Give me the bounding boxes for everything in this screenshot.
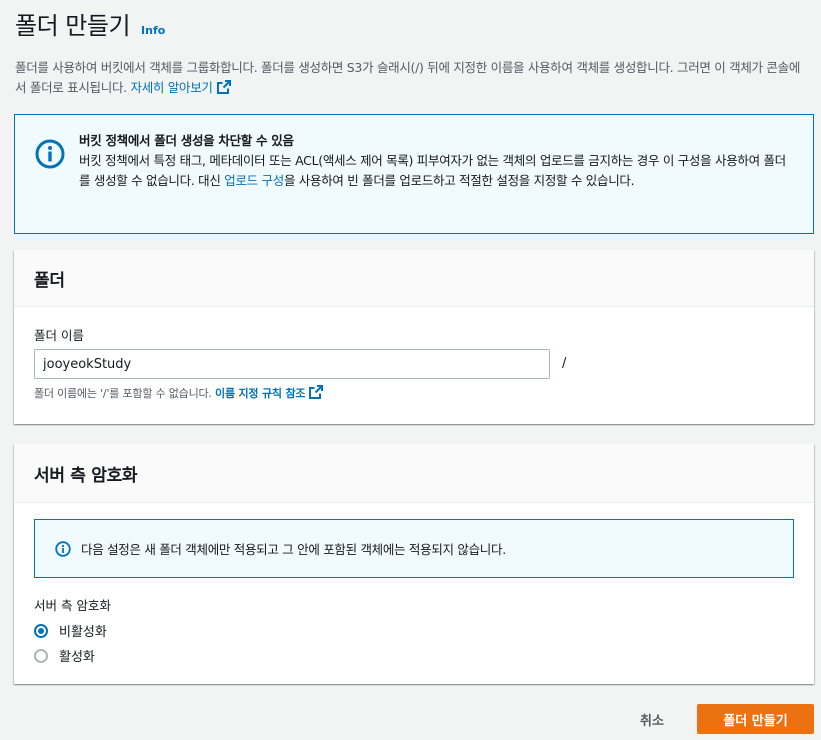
page-description: 폴더를 사용하여 버킷에서 객체를 그룹화합니다. 폴더를 생성하면 S3가 슬… [15,58,810,98]
radio-label-disable: 비활성화 [59,625,107,640]
page-header: 폴더 만들기 Info [15,6,165,41]
radio-option-disable[interactable]: 비활성화 [34,621,107,640]
info-icon [35,139,65,169]
naming-rules-label: 이름 지정 규칙 참조 [215,387,306,400]
folder-name-label: 폴더 이름 [34,328,84,343]
encryption-panel-title: 서버 측 암호화 [34,465,138,486]
naming-rules-link[interactable]: 이름 지정 규칙 참조 [215,385,324,400]
external-link-icon [216,80,231,94]
external-link-icon [309,385,324,399]
folder-panel: 폴더 폴더 이름 / 폴더 이름에는 '/'를 포함할 수 없습니다. 이름 지… [14,250,814,424]
encryption-info-alert: 다음 설정은 새 폴더 객체에만 적용되고 그 안에 포함된 객체에는 적용되지… [34,519,794,578]
create-folder-button[interactable]: 폴더 만들기 [697,704,814,734]
alert-title: 버킷 정책에서 폴더 생성을 차단할 수 있음 [79,133,294,148]
encryption-info-text: 다음 설정은 새 폴더 객체에만 적용되고 그 안에 포함된 객체에는 적용되지… [81,542,506,557]
folder-panel-title: 폴더 [34,270,65,291]
radio-button-enable[interactable] [34,648,48,663]
encryption-panel: 서버 측 암호화 다음 설정은 새 폴더 객체에만 적용되고 그 안에 포함된 … [14,444,814,684]
alert-body: 버킷 정책에서 특정 태그, 메타데이터 또는 ACL(액세스 제어 목록) 피… [79,151,797,191]
constraint-text: 폴더 이름에는 '/'를 포함할 수 없습니다. [34,387,212,400]
folder-name-constraint: 폴더 이름에는 '/'를 포함할 수 없습니다. 이름 지정 규칙 참조 [34,385,324,401]
page-title: 폴더 만들기 [15,12,131,40]
folder-panel-header: 폴더 [14,250,814,307]
upload-config-link[interactable]: 업로드 구성 [224,173,284,188]
radio-label-enable: 활성화 [59,650,95,665]
radio-option-enable[interactable]: 활성화 [34,646,95,665]
alert-body-text-end: 을 사용하여 빈 폴더를 업로드하고 적절한 설정을 지정할 수 있습니다. [283,173,635,188]
learn-more-label: 자세히 알아보기 [130,80,213,95]
folder-slash: / [562,356,567,371]
radio-button-disable[interactable] [34,623,48,638]
encryption-group-label: 서버 측 암호화 [34,598,111,613]
folder-name-input[interactable] [34,349,550,379]
info-icon [55,540,71,557]
bucket-policy-alert: 버킷 정책에서 폴더 생성을 차단할 수 있음 버킷 정책에서 특정 태그, 메… [14,114,814,234]
encryption-panel-header: 서버 측 암호화 [14,444,814,503]
cancel-button[interactable]: 취소 [626,704,678,734]
info-link[interactable]: Info [141,24,165,37]
learn-more-link[interactable]: 자세히 알아보기 [131,80,231,95]
